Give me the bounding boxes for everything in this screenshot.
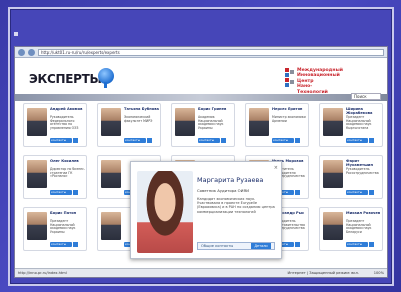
expert-photo (101, 212, 121, 240)
expert-card[interactable]: Андрей Акимов Руководитель Федерального а… (23, 103, 87, 147)
expert-description: Президент Национальной академии наук Укр… (50, 219, 76, 234)
expert-photo (101, 160, 121, 188)
expert-card[interactable]: Фарит Мухаметшин Руководитель Россотрудни… (319, 155, 383, 199)
info-pin-icon (98, 68, 114, 88)
status-zone: Интернет | Защищенный режим: вкл. (287, 271, 359, 275)
expert-name: Андрей Акимов (50, 107, 83, 111)
arrow-icon[interactable] (295, 190, 300, 195)
expert-name: Татьяна Бубнова (124, 107, 159, 111)
arrow-icon[interactable] (73, 190, 78, 195)
expert-description: Руководитель Россотрудничества (346, 167, 379, 175)
expert-description: Директор по бизнес-стратегии ГК «Роснано… (50, 167, 86, 179)
contacts-button[interactable]: контакты (124, 138, 146, 143)
expert-card[interactable]: Нерсес Еритян Министр экономики Армении ко… (245, 103, 309, 147)
expert-photo (27, 160, 47, 188)
zoom-level[interactable]: 100% (374, 269, 384, 277)
arrow-icon[interactable] (295, 242, 300, 247)
expert-description: Президент Национальной академии наук Кыр… (346, 115, 372, 130)
expert-photo (323, 212, 343, 240)
expert-name: Фарит Мухаметшин (346, 159, 373, 167)
close-icon[interactable]: × (274, 165, 278, 171)
expert-photo (323, 108, 343, 136)
expert-card[interactable]: Олег Кисилев Директор по бизнес-стратегии… (23, 155, 87, 199)
expert-description: Академик Национальной академии наук Укра… (198, 115, 224, 130)
logo-text: Международный Инновационный Центр Нано- … (297, 68, 343, 95)
forward-icon[interactable] (28, 48, 35, 56)
details-button[interactable]: Детали (251, 243, 271, 249)
expert-name: Нерсес Еритян (272, 107, 303, 111)
page-title: ЭКСПЕРТЫ (29, 72, 102, 86)
arrow-icon[interactable] (369, 242, 374, 247)
expert-photo (175, 108, 195, 136)
search-select[interactable]: Поиск (351, 93, 381, 100)
arrow-icon[interactable] (147, 138, 152, 143)
expert-card[interactable]: Татьяна Бубнова Экономический факультет М… (97, 103, 161, 147)
arrow-icon[interactable] (73, 242, 78, 247)
contacts-button[interactable]: контакты (50, 242, 72, 247)
contacts-button[interactable]: контакты (346, 242, 368, 247)
expert-popup: × Маргарита Рузаева Советник Аудитора ОИ… (130, 161, 282, 259)
expert-description: Кандидат экономических наук. Участвовала… (197, 197, 275, 214)
browser-window: http://ukt01.ru-ru/ru/ru/experts/experts… (14, 46, 388, 278)
header-divider (15, 94, 387, 101)
expert-photo (137, 171, 193, 253)
slide-marker (14, 32, 18, 36)
expert-name: Михаил Розичев (346, 211, 381, 215)
arrow-icon[interactable] (295, 138, 300, 143)
expert-photo (27, 108, 47, 136)
contacts-button[interactable]: контакты (198, 138, 220, 143)
contacts-button[interactable]: контакты (272, 138, 294, 143)
arrow-icon[interactable] (369, 190, 374, 195)
expert-role: Советник Аудитора ОИЯИ (197, 188, 249, 193)
back-icon[interactable] (18, 48, 25, 56)
arrow-icon[interactable] (73, 138, 78, 143)
expert-photo (249, 108, 269, 136)
expert-card[interactable]: Борис Гринев Академик Национальной академ… (171, 103, 235, 147)
expert-card[interactable]: Михаил Розичев Президент Национальной ака… (319, 207, 383, 251)
contacts-button[interactable]: контакты (50, 190, 72, 195)
expert-description: Министр экономики Армении (272, 115, 306, 123)
expert-description: Президент Национальной академии наук Бел… (346, 219, 372, 234)
logo: Международный Инновационный Центр Нано- … (285, 68, 373, 95)
expert-name: Олег Кисилев (50, 159, 79, 163)
expert-photo (101, 108, 121, 136)
expert-card[interactable]: Борис Патон Президент Национальной академ… (23, 207, 87, 251)
logo-mark-icon (285, 68, 294, 87)
arrow-icon[interactable] (369, 138, 374, 143)
contacts-button[interactable]: контакты (346, 190, 368, 195)
contacts-button[interactable]: контакты (50, 138, 72, 143)
contacts-button[interactable]: контакты (346, 138, 368, 143)
arrow-icon[interactable] (221, 138, 226, 143)
status-bar: http://inno.pr-ru/index.html Интернет | … (15, 268, 387, 277)
address-bar: http://ukt01.ru-ru/ru/ru/experts/experts (15, 47, 387, 58)
page-header: ЭКСПЕРТЫ Международный Инновационный Цен… (15, 58, 387, 102)
expert-description: Экономический факультет МИРЭ (124, 115, 153, 123)
expert-name: Борис Гринев (198, 107, 227, 111)
url-field[interactable]: http://ukt01.ru-ru/ru/ru/experts/experts (38, 48, 384, 56)
expert-name: Ширина Жорабекова (346, 107, 373, 115)
expert-name: Маргарита Рузаева (197, 176, 264, 184)
expert-photo (323, 160, 343, 188)
expert-card[interactable]: Ширина Жорабекова Президент Национальной … (319, 103, 383, 147)
expert-name: Борис Патон (50, 211, 77, 215)
expert-photo (27, 212, 47, 240)
status-url: http://inno.pr-ru/index.html (18, 271, 67, 275)
expert-description: Руководитель Федерального агентства по у… (50, 115, 79, 130)
